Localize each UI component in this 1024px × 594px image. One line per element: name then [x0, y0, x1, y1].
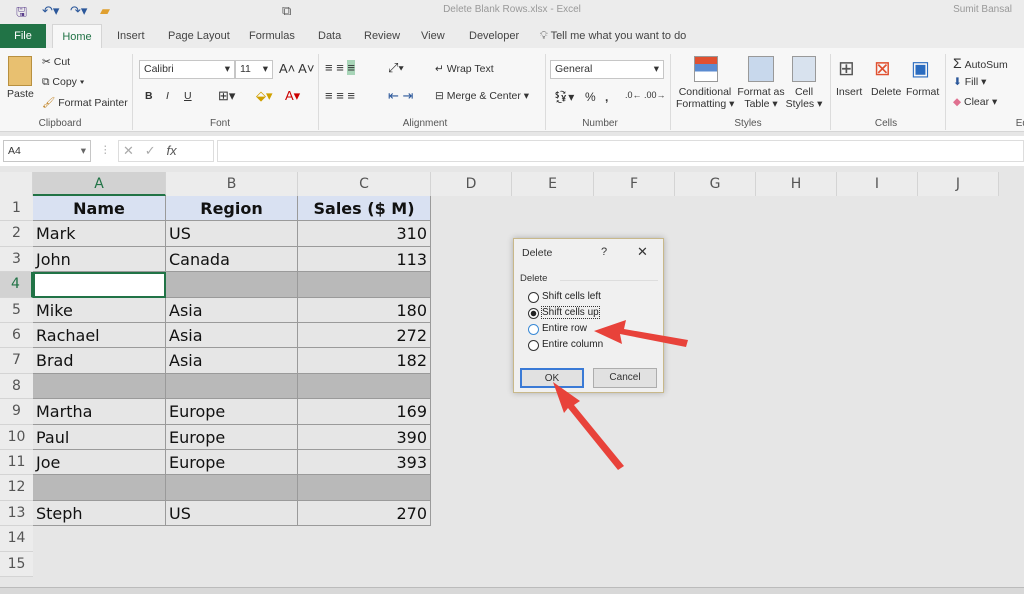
arrow-to-entire-row — [594, 320, 688, 347]
annotation-arrows — [553, 320, 688, 470]
arrow-to-ok — [553, 382, 624, 470]
